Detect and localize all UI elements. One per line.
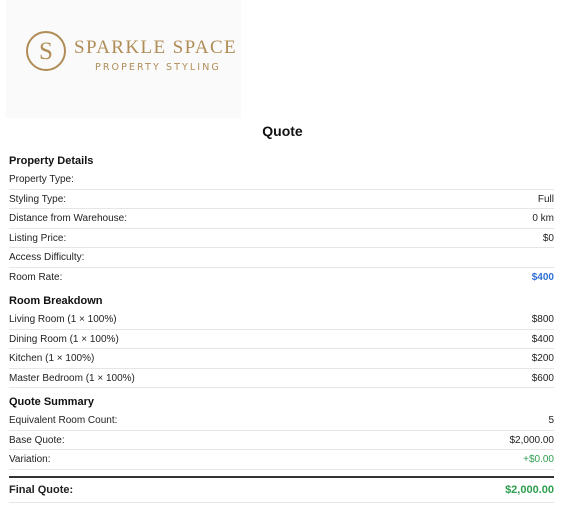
final-quote-label: Final Quote: (9, 483, 74, 496)
variation-row: Variation: +$0.00 (9, 450, 554, 470)
row-label: Distance from Warehouse: (9, 213, 128, 224)
section-title: Property Details (9, 155, 94, 167)
room-rate-value: $400 (531, 271, 554, 283)
base-quote-row: Base Quote: $2,000.00 (9, 431, 555, 450)
page-title: Quote (262, 123, 303, 139)
room-breakdown-section: Room Breakdown Living Room (1 × 100%) $8… (9, 292, 554, 388)
row-label: Dining Room (1 × 100%) (9, 333, 119, 345)
distance-row: Distance from Warehouse: 0 km (9, 209, 554, 229)
room-row: Living Room (1 × 100%) $800 (9, 310, 554, 330)
row-label: Base Quote: (9, 434, 65, 446)
logo-tagline: PROPERTY STYLING (95, 62, 221, 73)
room-row: Dining Room (1 × 100%) $400 (9, 330, 554, 349)
listing-price-row: Listing Price: $0 (9, 229, 554, 248)
logo-monogram: S (26, 31, 66, 71)
row-value: $2,000.00 (509, 434, 555, 446)
row-label: Master Bedroom (1 × 100%) (9, 372, 135, 384)
row-value: $200 (531, 353, 554, 364)
quote-content: Property Details Property Type: Styling … (9, 152, 554, 503)
room-rate-row: Room Rate: $400 (9, 268, 554, 288)
row-label: Access Difficulty: (9, 252, 85, 263)
final-quote-row: Final Quote: $2,000.00 (9, 478, 554, 503)
row-value: 5 (548, 415, 554, 426)
section-title: Quote Summary (9, 396, 94, 408)
room-row: Master Bedroom (1 × 100%) $600 (9, 369, 554, 388)
row-value: 0 km (532, 213, 554, 224)
section-title: Room Breakdown (9, 295, 103, 307)
row-value: Full (537, 193, 554, 205)
row-label: Styling Type: (9, 193, 67, 205)
company-logo: S SPARKLE SPACE PROPERTY STYLING (6, 0, 241, 118)
quote-summary-section: Quote Summary Equivalent Room Count: 5 B… (9, 393, 554, 470)
row-value: $0 (542, 232, 554, 244)
row-value: $600 (531, 372, 554, 384)
row-label: Listing Price: (9, 232, 67, 244)
styling-type-row: Styling Type: Full (9, 190, 554, 209)
property-type-row: Property Type: (9, 170, 554, 190)
row-value: $400 (531, 333, 554, 345)
row-label: Property Type: (9, 174, 74, 185)
row-label: Room Rate: (9, 271, 63, 283)
room-row: Kitchen (1 × 100%) $200 (9, 349, 554, 369)
room-count-row: Equivalent Room Count: 5 (9, 411, 554, 431)
row-label: Kitchen (1 × 100%) (9, 353, 95, 364)
property-details-section: Property Details Property Type: Styling … (9, 152, 554, 287)
final-quote-value: $2,000.00 (505, 483, 554, 496)
access-difficulty-row: Access Difficulty: (9, 248, 554, 268)
variation-value: +$0.00 (523, 454, 554, 465)
row-value: $800 (531, 314, 554, 325)
logo-brand-name: SPARKLE SPACE (74, 37, 238, 58)
row-label: Variation: (9, 454, 51, 465)
row-label: Equivalent Room Count: (9, 415, 118, 426)
row-label: Living Room (1 × 100%) (9, 314, 117, 325)
